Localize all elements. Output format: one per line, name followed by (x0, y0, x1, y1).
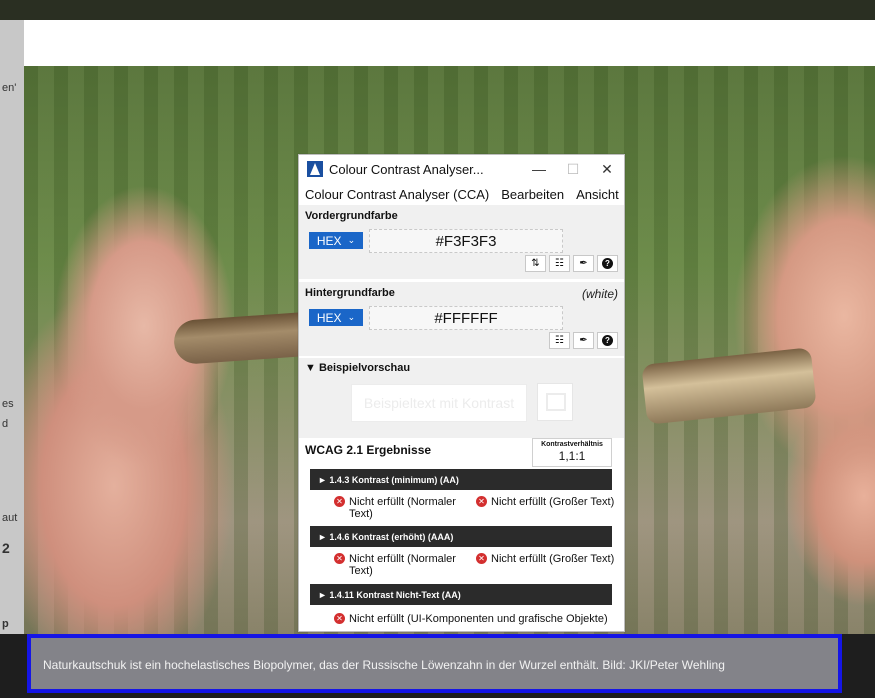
result-text: Nicht erfüllt (UI-Komponenten und grafis… (349, 613, 608, 625)
foreground-hex-input[interactable]: #F3F3F3 (369, 229, 563, 253)
cca-window: Colour Contrast Analyser... — ☐ ✕ Colour… (298, 154, 625, 632)
criterion-1-4-6-toggle[interactable]: ► 1.4.6 Kontrast (erhöht) (AAA) (310, 526, 612, 547)
close-button[interactable]: ✕ (590, 155, 624, 183)
wcag-title: WCAG 2.1 Ergebnisse (305, 443, 432, 457)
preview-toggle[interactable]: ▼ Beispielvorschau (305, 362, 410, 374)
image-caption: Naturkautschuk ist ein hochelastisches B… (43, 658, 725, 672)
result-text: Nicht erfüllt (Großer Text) (491, 553, 615, 565)
background-section: Hintergrundfarbe (white) HEX ⌄ #FFFFFF ☷… (299, 282, 624, 356)
page-text-fragment: aut (2, 512, 18, 524)
root-right (641, 347, 817, 425)
result-item: ✕ Nicht erfüllt (Normaler Text) (334, 553, 474, 577)
wcag-results: WCAG 2.1 Ergebnisse Kontrastverhältnis 1… (299, 438, 624, 631)
fail-icon: ✕ (334, 496, 345, 507)
help-icon[interactable]: ? (597, 255, 618, 272)
format-label: HEX (316, 233, 342, 248)
background-color-name: (white) (581, 287, 618, 301)
criterion-1-4-11-toggle[interactable]: ► 1.4.11 Kontrast Nicht-Text (AA) (310, 584, 612, 605)
page-text-fragment: d (2, 418, 9, 430)
foreground-format-select[interactable]: HEX ⌄ (309, 232, 363, 249)
window-title: Colour Contrast Analyser... (329, 161, 484, 177)
image-caption-highlight: Naturkautschuk ist ein hochelastisches B… (27, 634, 842, 693)
chevron-down-icon: ⌄ (347, 235, 356, 245)
menu-bearbeiten[interactable]: Bearbeiten (501, 187, 564, 202)
fail-icon: ✕ (476, 553, 487, 564)
preview-text-sample: Beispieltext mit Kontrast (351, 384, 527, 422)
fail-icon: ✕ (334, 553, 345, 564)
contrast-ratio-label: Kontrastverhältnis (541, 441, 603, 448)
background-label: Hintergrundfarbe (305, 287, 395, 299)
menu-cca[interactable]: Colour Contrast Analyser (CCA) (305, 187, 489, 202)
title-bar: Colour Contrast Analyser... — ☐ ✕ (299, 155, 624, 183)
minimize-button[interactable]: — (522, 155, 556, 183)
contrast-ratio-box: Kontrastverhältnis 1,1:1 (532, 438, 612, 467)
background-hex-input[interactable]: #FFFFFF (369, 306, 563, 330)
cca-app-icon (307, 161, 323, 177)
page-text-fragment: en' (2, 82, 17, 94)
chevron-down-icon: ⌄ (347, 312, 356, 322)
menu-ansicht[interactable]: Ansicht (576, 187, 619, 202)
page-text-fragment: es (2, 398, 14, 410)
fail-icon: ✕ (334, 613, 345, 624)
maximize-button[interactable]: ☐ (556, 155, 590, 183)
page-header-band (24, 20, 875, 66)
foreground-section: Vordergrundfarbe HEX ⌄ #F3F3F3 ⇅ ☷ ✒ ? (299, 205, 624, 279)
top-bar (0, 0, 875, 20)
menu-bar: Colour Contrast Analyser (CCA) Bearbeite… (299, 183, 624, 205)
background-format-select[interactable]: HEX ⌄ (309, 309, 363, 326)
fail-icon: ✕ (476, 496, 487, 507)
eyedropper-icon[interactable]: ✒ (573, 255, 594, 272)
result-text: Nicht erfüllt (Normaler Text) (349, 496, 456, 520)
preview-section: ▼ Beispielvorschau Beispieltext mit Kont… (299, 358, 624, 438)
eyedropper-icon[interactable]: ✒ (573, 332, 594, 349)
foreground-tools: ⇅ ☷ ✒ ? (525, 255, 618, 272)
screen: en' es d aut 2 p Colour Contrast Analyse… (0, 0, 875, 698)
format-label: HEX (316, 310, 342, 325)
left-page-strip: en' es d aut 2 p (0, 20, 24, 698)
result-item: ✕ Nicht erfüllt (Großer Text) (476, 496, 616, 508)
page-text-fragment: 2 (2, 540, 10, 556)
criterion-1-4-3-toggle[interactable]: ► 1.4.3 Kontrast (minimum) (AA) (310, 469, 612, 490)
foreground-label: Vordergrundfarbe (305, 210, 398, 222)
help-icon[interactable]: ? (597, 332, 618, 349)
sliders-icon[interactable]: ☷ (549, 255, 570, 272)
result-text: Nicht erfüllt (Normaler Text) (349, 553, 456, 577)
result-text: Nicht erfüllt (Großer Text) (491, 496, 615, 508)
result-item: ✕ Nicht erfüllt (UI-Komponenten und graf… (334, 613, 624, 625)
sliders-icon[interactable]: ☷ (549, 332, 570, 349)
swap-colors-icon[interactable]: ⇅ (525, 255, 546, 272)
result-item: ✕ Nicht erfüllt (Großer Text) (476, 553, 616, 565)
background-tools: ☷ ✒ ? (549, 332, 618, 349)
page-text-fragment: p (2, 618, 9, 630)
result-item: ✕ Nicht erfüllt (Normaler Text) (334, 496, 474, 520)
image-icon (537, 383, 573, 421)
contrast-ratio-value: 1,1:1 (558, 449, 586, 463)
